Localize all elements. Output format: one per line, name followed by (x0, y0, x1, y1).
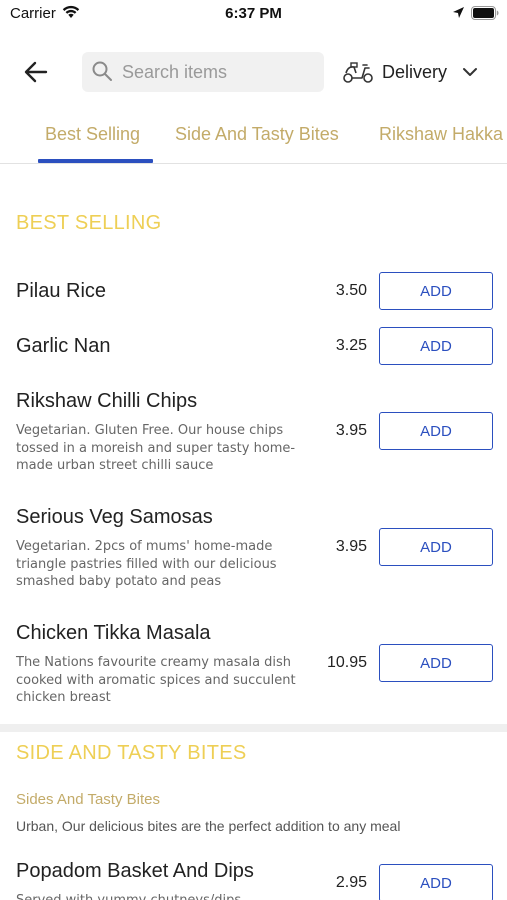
item-price: 3.95 (335, 538, 367, 555)
item-price: 3.95 (335, 422, 367, 439)
status-bar: Carrier 6:37 PM (0, 0, 507, 28)
delivery-label: Delivery (382, 62, 448, 82)
chevron-down-icon (463, 68, 477, 76)
item-description: Vegetarian. 2pcs of mums' home-made tria… (16, 539, 277, 589)
section-divider (0, 724, 507, 732)
item-description: Vegetarian. Gluten Free. Our house chips… (16, 423, 296, 473)
section-title-side-and-tasty-bites: SIDE AND TASTY BITES (16, 742, 247, 764)
add-button[interactable]: ADD (379, 644, 493, 682)
category-tabs: Best Selling Side And Tasty Bites Riksha… (0, 112, 507, 164)
item-name: Rikshaw Chilli Chips (16, 390, 198, 412)
tab-best-selling[interactable]: Best Selling (45, 124, 140, 145)
location-arrow-icon (453, 7, 464, 18)
item-description: Served with yummy chutneys/dips (16, 892, 308, 900)
scooter-icon (343, 62, 373, 83)
search-icon (92, 61, 112, 81)
back-arrow-icon (24, 61, 48, 83)
item-price: 3.50 (335, 282, 367, 299)
add-button[interactable]: ADD (379, 528, 493, 566)
item-name: Pilau Rice (16, 280, 107, 302)
battery-icon (471, 6, 499, 20)
item-name: Serious Veg Samosas (16, 506, 213, 528)
section-subtitle: Sides And Tasty Bites (16, 791, 160, 808)
item-price: 2.95 (335, 874, 367, 891)
section-description: Urban, Our delicious bites are the perfe… (16, 818, 401, 834)
add-button[interactable]: ADD (379, 412, 493, 450)
item-price: 3.25 (335, 337, 367, 354)
search-box[interactable] (82, 52, 324, 92)
delivery-mode-select[interactable]: Delivery (340, 52, 490, 92)
active-tab-indicator (38, 159, 153, 163)
item-description: The Nations favourite creamy masala dish… (16, 655, 296, 705)
item-price: 10.95 (326, 654, 367, 671)
add-button[interactable]: ADD (379, 864, 493, 900)
item-name: Garlic Nan (16, 335, 111, 357)
back-button[interactable] (18, 56, 54, 88)
tab-rikshaw-hakka[interactable]: Rikshaw Hakka (379, 124, 503, 145)
search-input[interactable] (122, 52, 318, 92)
add-button[interactable]: ADD (379, 327, 493, 365)
clock: 6:37 PM (225, 5, 282, 22)
tab-side-and-tasty-bites[interactable]: Side And Tasty Bites (175, 124, 339, 145)
item-name: Chicken Tikka Masala (16, 622, 211, 644)
section-title-best-selling: BEST SELLING (16, 212, 162, 234)
add-button[interactable]: ADD (379, 272, 493, 310)
item-name: Popadom Basket And Dips (16, 860, 254, 882)
